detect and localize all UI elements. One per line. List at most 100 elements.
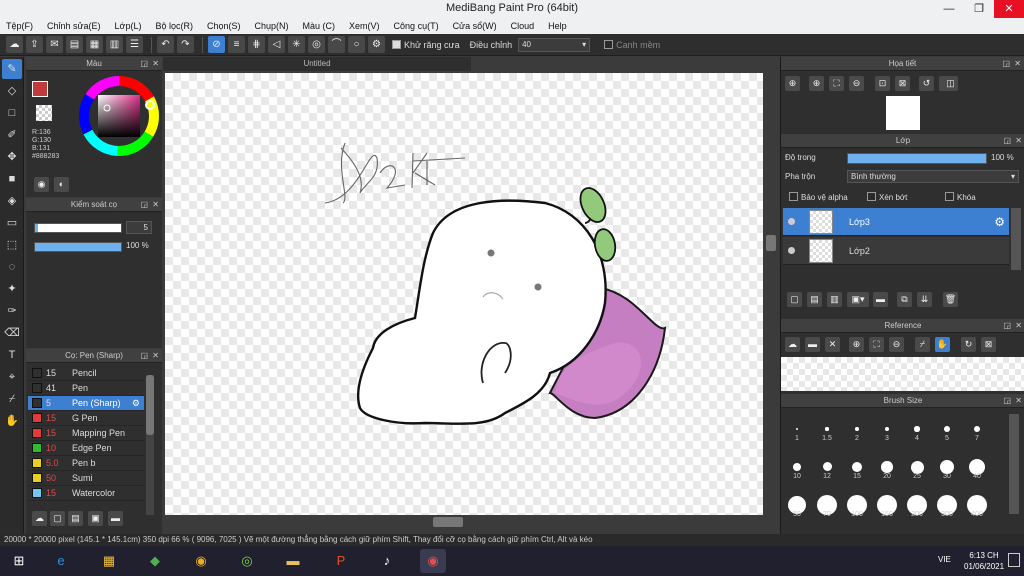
float-icon[interactable]: ◲ [140,57,148,71]
chat-icon[interactable]: ✉ [46,36,63,53]
eye-icon[interactable] [788,247,795,254]
brush-size-cell[interactable]: 2 [843,411,871,443]
protect-alpha-checkbox[interactable] [789,192,798,201]
swatch-icon[interactable]: ◐ [54,177,69,192]
brush-size-cell[interactable]: 300 [933,487,961,519]
close-button[interactable]: ✕ [994,0,1024,18]
rotate-left-icon[interactable]: ↺ [919,76,934,91]
radial-snap-icon[interactable]: ✳ [288,36,305,53]
brush-size-cell[interactable]: 4 [903,411,931,443]
dot-tool-icon[interactable]: □ [2,103,22,123]
delete-layer-icon[interactable]: 🗑 [943,292,958,307]
magic-wand-icon[interactable]: ✦ [2,279,22,299]
menu-layer[interactable]: Lớp(L) [115,21,142,31]
brush-size-cell[interactable]: 100 [843,487,871,519]
menu-cloud[interactable]: Cloud [511,21,535,31]
color-wheel[interactable] [78,75,160,157]
hand-icon[interactable]: ✋ [935,337,950,352]
eyedropper-icon[interactable]: ⌿ [915,337,930,352]
brush-size-cell[interactable]: 5 [933,411,961,443]
brush-tool-icon[interactable]: ✎ [2,59,22,79]
brush-size-cell[interactable]: 1.5 [813,411,841,443]
brush-size-cell[interactable]: 10 [783,449,811,481]
document-tab[interactable]: Untitled [163,57,471,71]
menu-view[interactable]: Xem(V) [349,21,380,31]
float-icon[interactable]: ◲ [1003,394,1011,408]
brush-size-cell[interactable]: 15 [843,449,871,481]
palette-icon[interactable]: ◉ [34,177,49,192]
clock[interactable]: 6:13 CH 01/06/2021 [964,550,1004,572]
float-icon[interactable]: ◲ [1003,319,1011,333]
language-indicator[interactable]: VIE [938,555,951,564]
lasso-select-icon[interactable]: ◌ [2,257,22,277]
chrome-icon[interactable]: ◉ [188,549,214,573]
gradient-tool-icon[interactable]: ▭ [2,213,22,233]
circle-snap-icon[interactable]: ○ [348,36,365,53]
smooth-checkbox[interactable] [604,39,614,49]
new-layer-icon[interactable]: ▢ [787,292,802,307]
horizontal-scrollbar[interactable] [165,516,763,528]
close-icon[interactable]: ✕ [1015,394,1022,408]
brush-size-cell[interactable]: 50 [783,487,811,519]
brush-size-cell[interactable]: 150 [873,487,901,519]
windows-start-icon[interactable]: ⊞ [6,549,32,573]
scrollbar-thumb[interactable] [146,375,154,435]
merge-layer-icon[interactable]: ⇊ [917,292,932,307]
gear-icon[interactable]: ⚙ [994,215,1005,229]
size-slider[interactable] [34,223,122,233]
menu-help[interactable]: Help [548,21,567,31]
new-halftone-layer-icon[interactable]: ▤ [807,292,822,307]
internet-explorer-icon[interactable]: e [48,549,74,573]
float-icon[interactable]: ◲ [1002,57,1010,71]
brush-size-cell[interactable]: 3 [873,411,901,443]
hand-tool-icon[interactable]: ✋ [2,411,22,431]
concentric-snap-icon[interactable]: ◎ [308,36,325,53]
brush-size-cell[interactable]: 70 [813,487,841,519]
comic-icon[interactable]: ▤ [66,36,83,53]
scrollbar-thumb[interactable] [766,235,776,251]
app-icon[interactable]: ◎ [234,549,260,573]
gear-icon[interactable]: ⚙ [368,36,385,53]
brush-list-item[interactable]: 15 Watercolor [28,486,144,501]
list-icon[interactable]: ☰ [126,36,143,53]
close-icon[interactable]: ✕ [152,57,159,71]
layer-row[interactable]: Lớp2 [783,237,1009,265]
menu-tools[interactable]: Công cụ(T) [394,21,439,31]
brush-size-cell[interactable]: 200 [903,487,931,519]
fit-icon[interactable]: ⛶ [869,337,884,352]
brush-size-cell[interactable]: 30 [933,449,961,481]
brush-size-cell[interactable]: 400 [963,487,991,519]
notification-icon[interactable] [1008,553,1020,567]
maximize-button[interactable]: ❐ [964,0,994,18]
gear-icon[interactable]: ⚙ [132,398,140,409]
move-tool-icon[interactable]: ✥ [2,147,22,167]
brush-list-item[interactable]: 5 Pen (Sharp) ⚙ [28,396,144,411]
primary-color-swatch[interactable] [32,81,48,97]
tiktok-icon[interactable]: ♪ [374,549,400,573]
drawing-canvas[interactable] [165,73,763,515]
curve-snap-icon[interactable]: ⌒ [328,36,345,53]
fit-icon[interactable]: ⛶ [829,76,844,91]
bucket-tool-icon[interactable]: ◈ [2,191,22,211]
eyedropper-icon[interactable]: ⌿ [2,389,22,409]
actual-size-icon[interactable]: ⊠ [895,76,910,91]
layer-scrollbar[interactable] [1011,208,1021,270]
close-icon[interactable]: ✕ [1015,319,1022,333]
new-8bit-layer-icon[interactable]: ▥ [827,292,842,307]
brush-size-scrollbar[interactable] [1009,414,1019,514]
close-icon[interactable]: ✕ [825,337,840,352]
brush-list-item[interactable]: 50 Sumi [28,471,144,486]
brush-size-cell[interactable]: 25 [903,449,931,481]
minimize-button[interactable]: — [934,0,964,18]
brush-size-cell[interactable]: 20 [873,449,901,481]
flip-icon[interactable]: ◫ [943,76,958,91]
fit-window-icon[interactable]: ⊠ [981,337,996,352]
lock-checkbox[interactable] [945,192,954,201]
brush-list-item[interactable]: 41 Pen [28,381,144,396]
perspective-snap-icon[interactable]: ◁ [268,36,285,53]
clip-checkbox[interactable] [867,192,876,201]
blend-select[interactable]: Bình thường ▾ [847,170,1019,183]
rotate-icon[interactable]: ↻ [961,337,976,352]
file-explorer-icon[interactable]: ▬ [280,549,306,573]
open-folder-icon[interactable]: ▬ [805,337,820,352]
